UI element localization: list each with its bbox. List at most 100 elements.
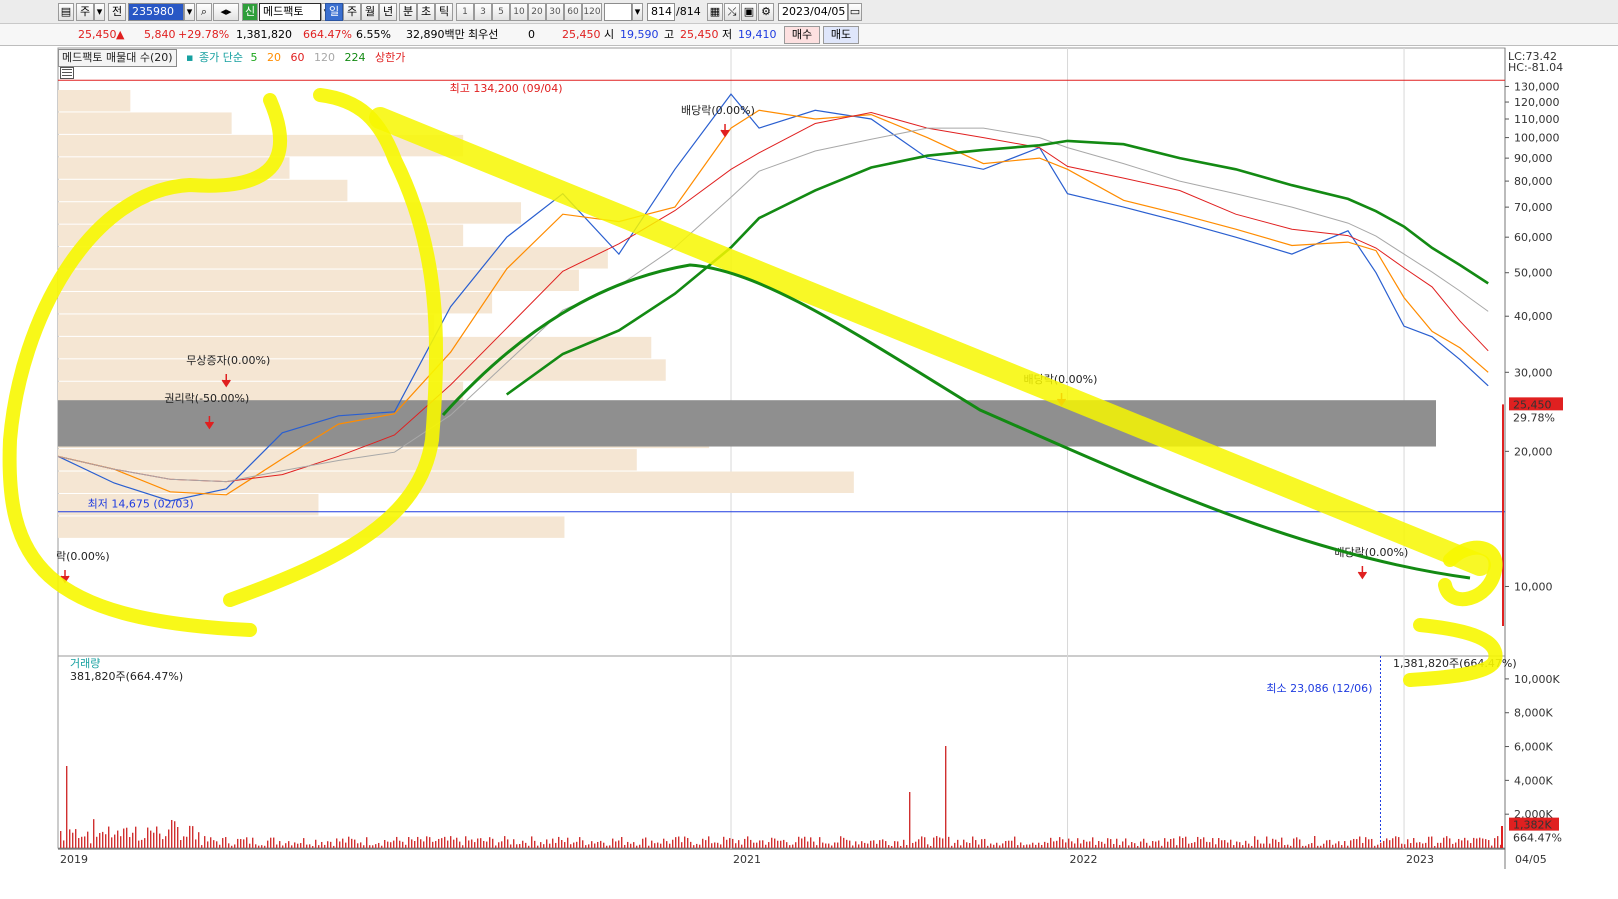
volume-bar bbox=[1107, 838, 1109, 848]
volume-bar bbox=[1263, 843, 1265, 848]
volume-bar bbox=[78, 838, 80, 848]
y-tick-label: 110,000 bbox=[1514, 113, 1560, 126]
volume-bar bbox=[366, 837, 368, 848]
volume-bar bbox=[255, 844, 257, 848]
volume-bar bbox=[1197, 836, 1199, 848]
volume-bar bbox=[828, 843, 830, 848]
volume-bar bbox=[414, 841, 416, 848]
volume-bar bbox=[918, 839, 920, 848]
volume-bar bbox=[492, 838, 494, 848]
volume-bar bbox=[1095, 844, 1097, 848]
volume-bar bbox=[471, 839, 473, 848]
volume-bar bbox=[315, 839, 317, 848]
volume-bar bbox=[1428, 836, 1430, 848]
volume-bar bbox=[951, 845, 953, 848]
volume-bar bbox=[405, 844, 407, 848]
volume-bar bbox=[1143, 838, 1145, 848]
volume-bar bbox=[309, 844, 311, 848]
volume-bar bbox=[396, 836, 398, 848]
volume-bar bbox=[174, 821, 176, 848]
volume-bar bbox=[888, 845, 890, 848]
volume-bar bbox=[1161, 845, 1163, 848]
volume-bar bbox=[552, 838, 554, 848]
volume-bar bbox=[963, 839, 965, 848]
volume-bar bbox=[642, 838, 644, 848]
volume-bar bbox=[999, 845, 1001, 848]
volume-bar bbox=[468, 840, 470, 848]
volume-bar bbox=[66, 766, 68, 848]
volume-bar bbox=[603, 842, 605, 848]
volume-bar bbox=[1050, 837, 1052, 848]
volume-bar bbox=[726, 839, 728, 848]
volume-bar bbox=[1362, 842, 1364, 848]
volume-bar bbox=[186, 836, 188, 848]
volume-bar bbox=[306, 844, 308, 848]
volume-profile-peak-bar bbox=[58, 400, 1436, 447]
volume-bar bbox=[1125, 838, 1127, 848]
volume-bar bbox=[357, 843, 359, 848]
volume-profile-bar bbox=[58, 449, 637, 471]
volume-bar bbox=[339, 841, 341, 848]
volume-bar bbox=[1272, 838, 1274, 848]
volume-bar bbox=[1098, 841, 1100, 848]
volume-bar bbox=[1461, 840, 1463, 848]
volume-bar bbox=[459, 841, 461, 848]
volume-bar bbox=[594, 843, 596, 848]
volume-bar bbox=[276, 844, 278, 848]
volume-bar bbox=[381, 845, 383, 848]
volume-bar bbox=[72, 832, 74, 848]
volume-bar bbox=[687, 837, 689, 848]
volume-bar bbox=[108, 826, 110, 848]
volume-bar bbox=[171, 819, 173, 848]
volume-bar bbox=[429, 837, 431, 848]
x-tick-label: 2019 bbox=[60, 853, 88, 866]
volume-bar bbox=[981, 839, 983, 848]
volume-bar bbox=[864, 842, 866, 848]
volume-bar bbox=[1182, 838, 1184, 848]
volume-bar bbox=[243, 839, 245, 848]
volume-bar bbox=[780, 840, 782, 848]
volume-bar bbox=[387, 841, 389, 848]
volume-bar bbox=[114, 834, 116, 848]
volume-bar bbox=[1035, 844, 1037, 848]
volume-bar bbox=[1293, 838, 1295, 848]
volume-bar bbox=[273, 837, 275, 848]
volume-bar bbox=[90, 843, 92, 848]
volume-bar bbox=[180, 840, 182, 848]
volume-bar bbox=[1170, 838, 1172, 848]
volume-bar bbox=[1431, 836, 1433, 848]
volume-bar bbox=[732, 838, 734, 848]
volume-bar bbox=[99, 833, 101, 848]
volume-bar bbox=[1467, 840, 1469, 848]
volume-bar bbox=[657, 842, 659, 848]
volume-bar bbox=[495, 845, 497, 848]
volume-bar bbox=[840, 836, 842, 848]
volume-bar bbox=[423, 841, 425, 848]
volume-bar bbox=[717, 842, 719, 848]
volume-bar bbox=[144, 838, 146, 848]
volume-bar bbox=[1326, 840, 1328, 848]
volume-bar bbox=[1212, 838, 1214, 848]
volume-bar bbox=[282, 845, 284, 848]
volume-bar bbox=[402, 841, 404, 848]
volume-bar bbox=[588, 844, 590, 848]
volume-bar bbox=[684, 836, 686, 848]
volume-bar bbox=[1353, 838, 1355, 848]
y-tick-label: 130,000 bbox=[1514, 80, 1560, 93]
stock-chart[interactable]: 2019 2021 2022 2023 04/05 10,000 20,000 30,000 4… bbox=[0, 0, 1618, 899]
volume-bar bbox=[294, 842, 296, 848]
volume-bar bbox=[525, 842, 527, 848]
volume-bar bbox=[522, 840, 524, 848]
volume-bar bbox=[444, 836, 446, 848]
volume-bar bbox=[465, 836, 467, 848]
volume-bar bbox=[279, 841, 281, 848]
volume-bar bbox=[435, 841, 437, 848]
volume-bar bbox=[1227, 842, 1229, 848]
volume-bar bbox=[312, 845, 314, 848]
volume-bar bbox=[1368, 839, 1370, 848]
volume-bar bbox=[1446, 836, 1448, 848]
volume-bar bbox=[1341, 845, 1343, 848]
volume-bar bbox=[477, 838, 479, 848]
volume-bar bbox=[774, 838, 776, 848]
volume-bar bbox=[639, 844, 641, 848]
